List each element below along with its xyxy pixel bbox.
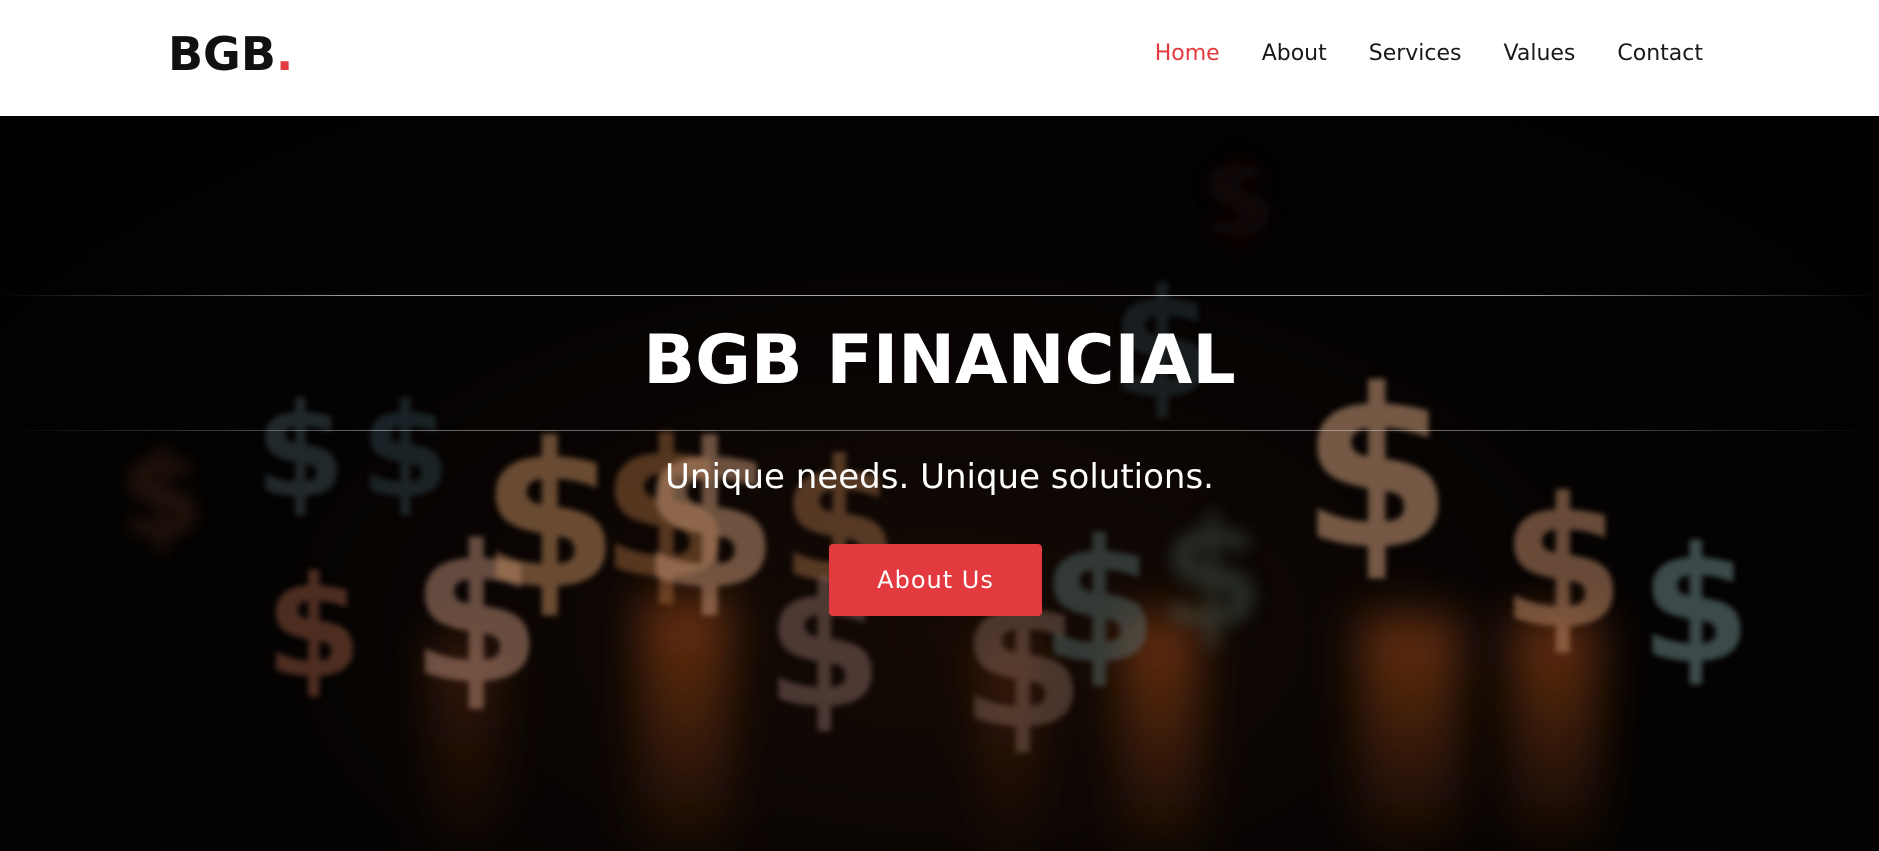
nav-item-about[interactable]: About: [1262, 38, 1327, 70]
hero-divider-top: [0, 295, 1879, 296]
about-us-button[interactable]: About Us: [829, 544, 1042, 616]
hero-subtitle: Unique needs. Unique solutions.: [665, 457, 1214, 497]
hero-title: BGB FINANCIAL: [643, 321, 1236, 400]
hero-section: $ $ $ $ $ $ $ $ $ $ $ $ $ $ $ $ $ $ BGB …: [0, 116, 1879, 851]
nav-item-values[interactable]: Values: [1504, 38, 1576, 70]
nav-item-services[interactable]: Services: [1369, 38, 1462, 70]
site-header: BGB. Home About Services Values Contact: [0, 0, 1879, 116]
logo[interactable]: BGB.: [168, 28, 293, 80]
logo-text: BGB: [168, 27, 276, 81]
nav-item-contact[interactable]: Contact: [1617, 38, 1703, 70]
main-nav: Home About Services Values Contact: [1113, 38, 1703, 70]
logo-dot: .: [275, 27, 294, 81]
nav-item-home[interactable]: Home: [1155, 38, 1220, 70]
hero-divider-bottom: [0, 430, 1879, 431]
